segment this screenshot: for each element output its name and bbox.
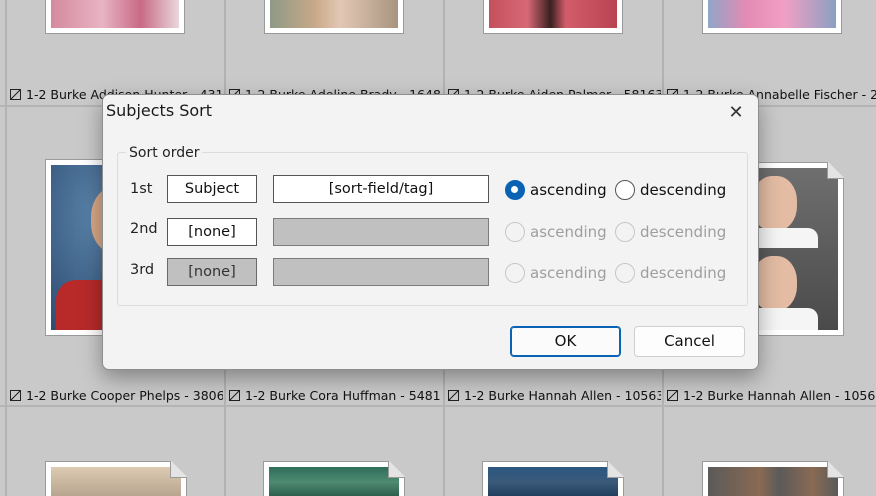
sort-tag-3-field — [273, 258, 489, 286]
thumbnail-top-1[interactable] — [46, 0, 184, 33]
row2-ascending-radio: ascending — [505, 221, 607, 243]
radio-unchecked-icon — [615, 180, 635, 200]
radio-checked-icon — [505, 180, 525, 200]
sort-tag-2-field — [273, 218, 489, 246]
checkbox-icon[interactable] — [229, 390, 240, 401]
row1-ascending-radio[interactable]: ascending — [505, 179, 607, 201]
sort-tag-1-field[interactable]: [sort-field/tag] — [273, 175, 489, 203]
thumbnail-top-2[interactable] — [265, 0, 403, 33]
radio-unchecked-icon — [615, 263, 635, 283]
thumbnail-bottom-4[interactable] — [703, 461, 844, 496]
close-icon[interactable]: ✕ — [721, 100, 751, 126]
thumbnail-top-3[interactable] — [484, 0, 622, 33]
row-label-1st: 1st — [130, 181, 153, 197]
thumbnail-top-4[interactable] — [703, 0, 841, 33]
row-label-3rd: 3rd — [130, 262, 155, 278]
row3-descending-radio: descending — [615, 262, 726, 284]
cancel-button[interactable]: Cancel — [634, 326, 745, 357]
dialog-title: Subjects Sort — [106, 101, 213, 120]
sort-field-1-button[interactable]: Subject — [167, 175, 257, 203]
radio-unchecked-icon — [505, 263, 525, 283]
sort-field-2-button[interactable]: [none] — [167, 218, 257, 246]
thumbnail-bottom-2[interactable] — [264, 461, 405, 496]
checkbox-icon[interactable] — [448, 390, 459, 401]
caption-middle-1: 1-2 Burke Cooper Phelps - 3806 — [10, 387, 223, 405]
row2-descending-radio: descending — [615, 221, 726, 243]
thumbnail-bottom-1[interactable] — [46, 461, 187, 496]
caption-middle-2: 1-2 Burke Cora Huffman - 5481 — [229, 387, 442, 405]
caption-middle-4: 1-2 Burke Hannah Allen - 10563 — [667, 387, 876, 405]
caption-middle-3: 1-2 Burke Hannah Allen - 10563 — [448, 387, 661, 405]
row1-descending-radio[interactable]: descending — [615, 179, 726, 201]
row-label-2nd: 2nd — [130, 221, 158, 237]
checkbox-icon[interactable] — [10, 89, 21, 100]
checkbox-icon[interactable] — [10, 390, 21, 401]
sort-order-label: Sort order — [126, 145, 203, 161]
sort-field-3-button: [none] — [167, 258, 257, 286]
subjects-sort-dialog: Subjects Sort ✕ Sort order 1st Subject [… — [102, 94, 759, 370]
caption-top-0 — [0, 86, 4, 104]
radio-unchecked-icon — [505, 222, 525, 242]
checkbox-icon[interactable] — [667, 390, 678, 401]
ok-button[interactable]: OK — [510, 326, 621, 357]
thumbnail-bottom-3[interactable] — [483, 461, 624, 496]
row3-ascending-radio: ascending — [505, 262, 607, 284]
radio-unchecked-icon — [615, 222, 635, 242]
